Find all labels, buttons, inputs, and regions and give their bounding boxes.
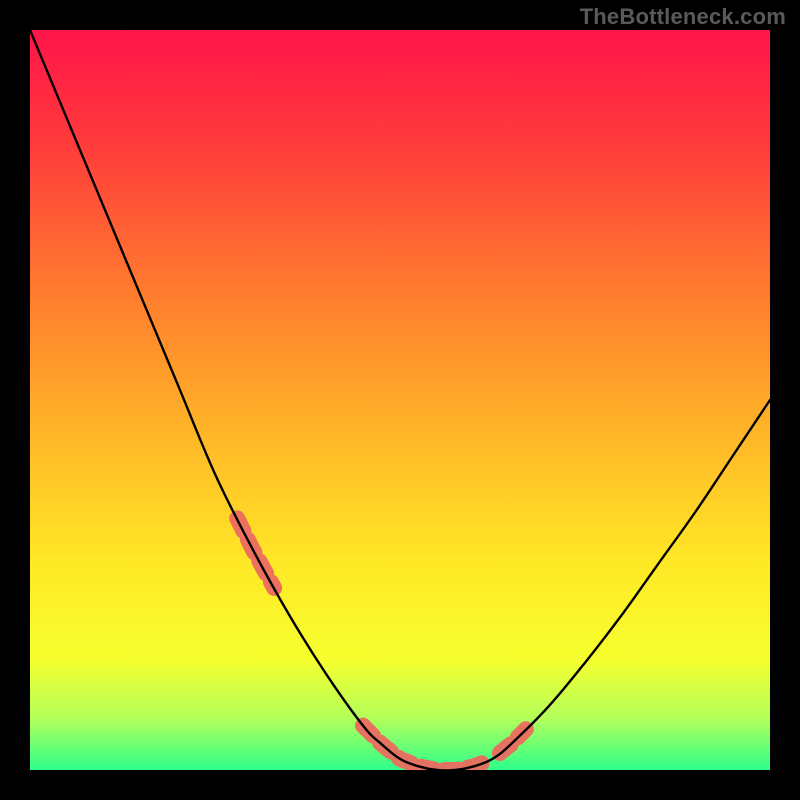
plot-background bbox=[30, 30, 770, 770]
chart-svg bbox=[0, 0, 800, 800]
watermark-label: TheBottleneck.com bbox=[580, 4, 786, 30]
bottleneck-chart: TheBottleneck.com bbox=[0, 0, 800, 800]
